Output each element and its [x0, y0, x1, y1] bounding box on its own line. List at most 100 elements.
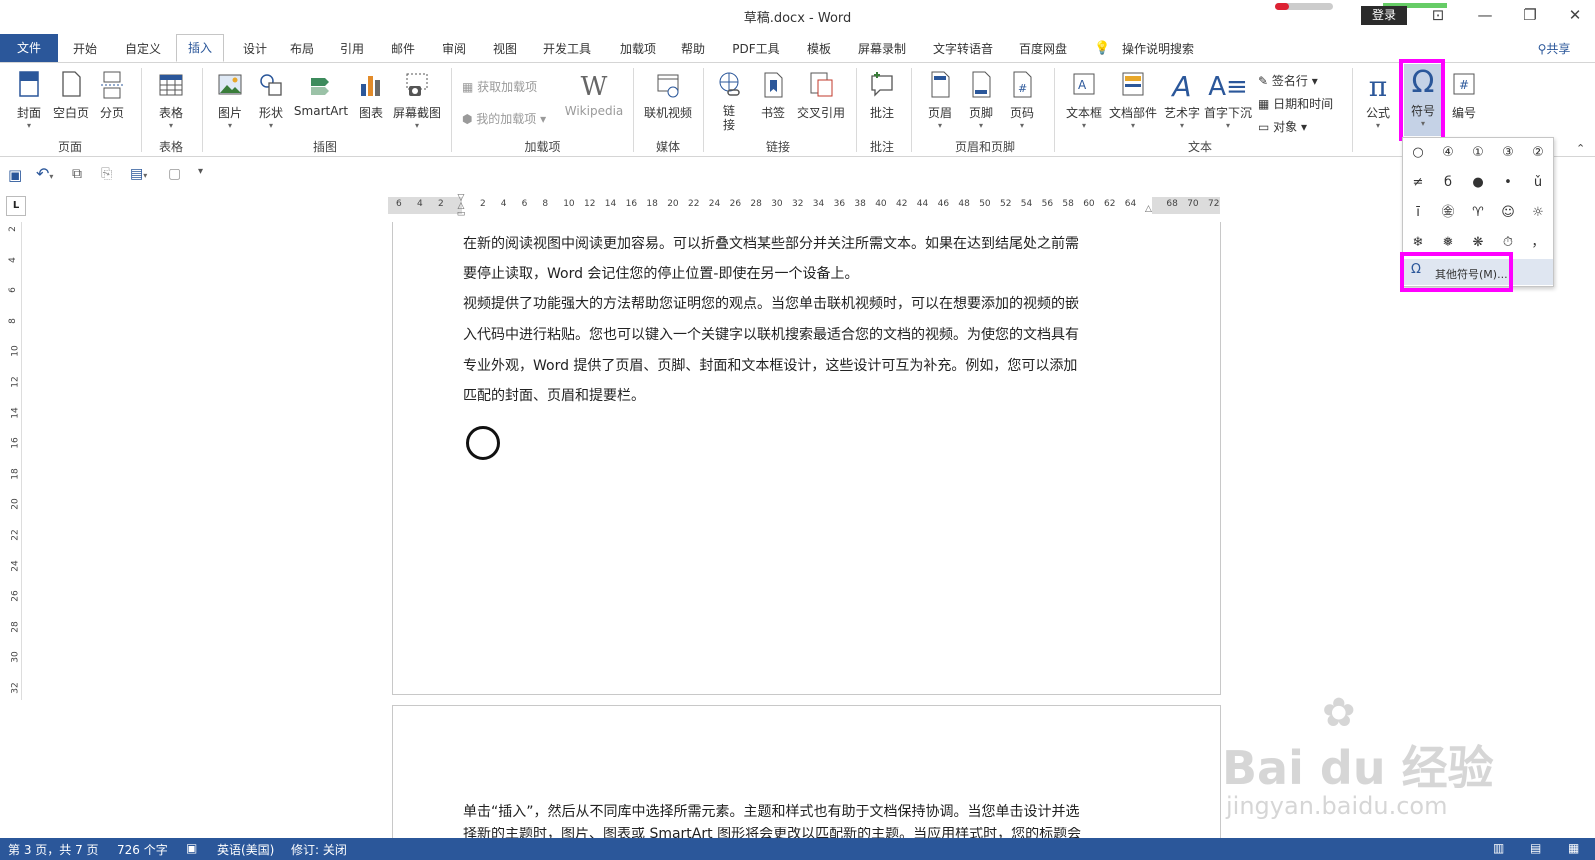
paragraph-line[interactable]: 入代码中进行粘贴。您也可以键入一个关键字以联机搜索最适合您的文档的视频。为使您的…: [463, 320, 1153, 350]
copy-format-icon[interactable]: ⧉: [72, 166, 82, 182]
proofing-icon[interactable]: ▣: [186, 841, 197, 855]
drop-cap-button[interactable]: A≡ 首字下沉 ▾: [1202, 70, 1254, 130]
tab-home[interactable]: 开始: [64, 36, 106, 62]
paragraph-line[interactable]: 要停止读取，Word 会记住您的停止位置-即使在另一个设备上。: [463, 259, 1153, 289]
page-number-button[interactable]: # 页码 ▾: [1004, 70, 1040, 130]
right-indent-marker[interactable]: △: [1145, 204, 1152, 214]
tab-developer[interactable]: 开发工具: [538, 36, 596, 62]
page-break-button[interactable]: 分页: [94, 70, 130, 121]
paragraph-line[interactable]: 匹配的封面、页眉和提要栏。: [463, 381, 1153, 411]
web-layout-icon[interactable]: ▦: [1568, 841, 1579, 855]
layout-icon[interactable]: ▤▾: [130, 166, 147, 182]
textbox-button[interactable]: A 文本框 ▾: [1062, 70, 1106, 130]
screenshot-button[interactable]: 屏幕截图 ▾: [390, 70, 444, 130]
language[interactable]: 英语(美国): [217, 841, 274, 858]
format-painter-icon[interactable]: ⎘: [101, 166, 112, 182]
share-button[interactable]: ⚲共享: [1530, 36, 1578, 62]
tab-insert[interactable]: 插入: [176, 34, 224, 62]
bookmark-button[interactable]: 书签: [756, 70, 790, 121]
date-time-button[interactable]: ▦ 日期和时间: [1258, 95, 1333, 112]
signature-line-button[interactable]: ✎ 签名行 ▾: [1258, 72, 1318, 89]
picture-button[interactable]: 图片 ▾: [210, 70, 250, 130]
login-button[interactable]: 登录: [1361, 6, 1407, 25]
numbering-button[interactable]: # 编号: [1446, 70, 1482, 121]
paragraph-line[interactable]: 视频提供了功能强大的方法帮助您证明您的观点。当您单击联机视频时，可以在想要添加的…: [463, 289, 1153, 319]
footer-button[interactable]: 页脚 ▾: [963, 70, 999, 130]
symbol-cell[interactable]: •: [1494, 170, 1522, 196]
smartart-button[interactable]: SmartArt: [292, 70, 350, 118]
tab-baidu-netdisk[interactable]: 百度网盘: [1014, 36, 1072, 62]
link-button[interactable]: 链接: [712, 70, 746, 132]
symbol-cell[interactable]: ③: [1494, 140, 1522, 166]
print-layout-icon[interactable]: ▤: [1530, 841, 1541, 855]
tab-addins[interactable]: 加载项: [613, 36, 663, 62]
symbol-cell[interactable]: ☺: [1494, 200, 1522, 226]
blank-page-button[interactable]: 空白页: [50, 70, 92, 121]
symbol-cell[interactable]: ①: [1464, 140, 1492, 166]
symbol-cell[interactable]: ●: [1464, 170, 1492, 196]
symbol-cell[interactable]: ○: [1404, 140, 1432, 166]
cover-page-button[interactable]: 封面 ▾: [10, 70, 48, 130]
comment-button[interactable]: 批注: [864, 70, 900, 121]
symbol-cell[interactable]: б: [1434, 170, 1462, 196]
store-icon: ▦: [462, 80, 478, 94]
customize-qat-icon[interactable]: ▾: [198, 166, 203, 177]
tab-view[interactable]: 视图: [487, 36, 523, 62]
undo-icon[interactable]: ↶▾: [36, 164, 53, 183]
tab-design[interactable]: 设计: [234, 36, 276, 62]
track-changes[interactable]: 修订: 关闭: [291, 841, 347, 858]
symbol-cell[interactable]: ≠: [1404, 170, 1432, 196]
get-addins-button[interactable]: ▦ 获取加载项: [462, 78, 537, 95]
tab-selector[interactable]: L: [6, 196, 26, 216]
online-video-button[interactable]: 联机视频: [640, 70, 696, 121]
new-doc-icon[interactable]: ▢: [168, 166, 181, 182]
tell-me-search[interactable]: 操作说明搜索: [1118, 36, 1198, 62]
paragraph-line[interactable]: 择新的主题时，图片、图表或 SmartArt 图形将会更改以匹配新的主题。当应用…: [463, 827, 1153, 838]
tab-layout[interactable]: 布局: [284, 36, 320, 62]
symbol-cell[interactable]: ǔ: [1524, 170, 1552, 196]
tab-review[interactable]: 审阅: [436, 36, 472, 62]
paragraph-line[interactable]: 在新的阅读视图中阅读更加容易。可以折叠文档某些部分并关注所需文本。如果在达到结尾…: [463, 229, 1153, 259]
tab-mailings[interactable]: 邮件: [385, 36, 421, 62]
symbol-cell[interactable]: ，: [1524, 230, 1552, 256]
minimize-button[interactable]: —: [1465, 4, 1505, 26]
tab-templates[interactable]: 模板: [801, 36, 837, 62]
tab-pdf-tools[interactable]: PDF工具: [728, 36, 784, 62]
word-count[interactable]: 726 个字: [117, 841, 168, 858]
my-addins-button[interactable]: ⬢ 我的加载项 ▾: [462, 110, 546, 127]
tab-text-to-speech[interactable]: 文字转语音: [928, 36, 998, 62]
symbol-cell[interactable]: ②: [1524, 140, 1552, 166]
symbol-cell[interactable]: ♈: [1464, 200, 1492, 226]
tab-custom[interactable]: 自定义: [118, 36, 168, 62]
collapse-ribbon-icon[interactable]: ⌃: [1576, 142, 1585, 155]
header-button[interactable]: 页眉 ▾: [922, 70, 958, 130]
shapes-button[interactable]: 形状 ▾: [252, 70, 290, 130]
ruler-left-ticks: 6 4 2: [390, 199, 460, 213]
chart-button[interactable]: 图表: [354, 70, 388, 121]
cross-reference-button[interactable]: 交叉引用: [794, 70, 848, 121]
symbol-cell[interactable]: ī: [1404, 200, 1432, 226]
tab-screen-record[interactable]: 屏幕录制: [853, 36, 911, 62]
page-count[interactable]: 第 3 页，共 7 页: [8, 841, 99, 858]
quick-parts-button[interactable]: 文档部件 ▾: [1108, 70, 1158, 130]
inserted-circle-symbol[interactable]: [466, 426, 500, 460]
symbol-cell[interactable]: ☼: [1524, 200, 1552, 226]
ribbon-options-icon[interactable]: ⊡: [1418, 4, 1458, 26]
save-icon[interactable]: ▣: [8, 166, 22, 184]
restore-button[interactable]: ❐: [1510, 4, 1550, 26]
table-button[interactable]: 表格 ▾: [150, 70, 192, 130]
paragraph-line[interactable]: 专业外观，Word 提供了页眉、页脚、封面和文本框设计，这些设计可互为补充。例如…: [463, 351, 1153, 381]
wikipedia-button[interactable]: W Wikipedia: [562, 70, 626, 118]
tab-references[interactable]: 引用: [334, 36, 370, 62]
close-button[interactable]: ✕: [1555, 4, 1595, 26]
symbol-cell[interactable]: ④: [1434, 140, 1462, 166]
equation-button[interactable]: π 公式 ▾: [1360, 70, 1396, 130]
indent-marker[interactable]: ▽ △ ▭: [456, 194, 466, 220]
tab-file[interactable]: 文件: [0, 34, 58, 62]
read-mode-icon[interactable]: ▥: [1493, 841, 1504, 855]
paragraph-line[interactable]: 单击“插入”，然后从不同库中选择所需元素。主题和样式也有助于文档保持协调。当您单…: [463, 797, 1153, 827]
object-button[interactable]: ▭ 对象 ▾: [1258, 118, 1307, 135]
tab-help[interactable]: 帮助: [675, 36, 711, 62]
symbol-cell[interactable]: ㊎: [1434, 200, 1462, 226]
wordart-button[interactable]: A 艺术字 ▾: [1162, 70, 1202, 130]
